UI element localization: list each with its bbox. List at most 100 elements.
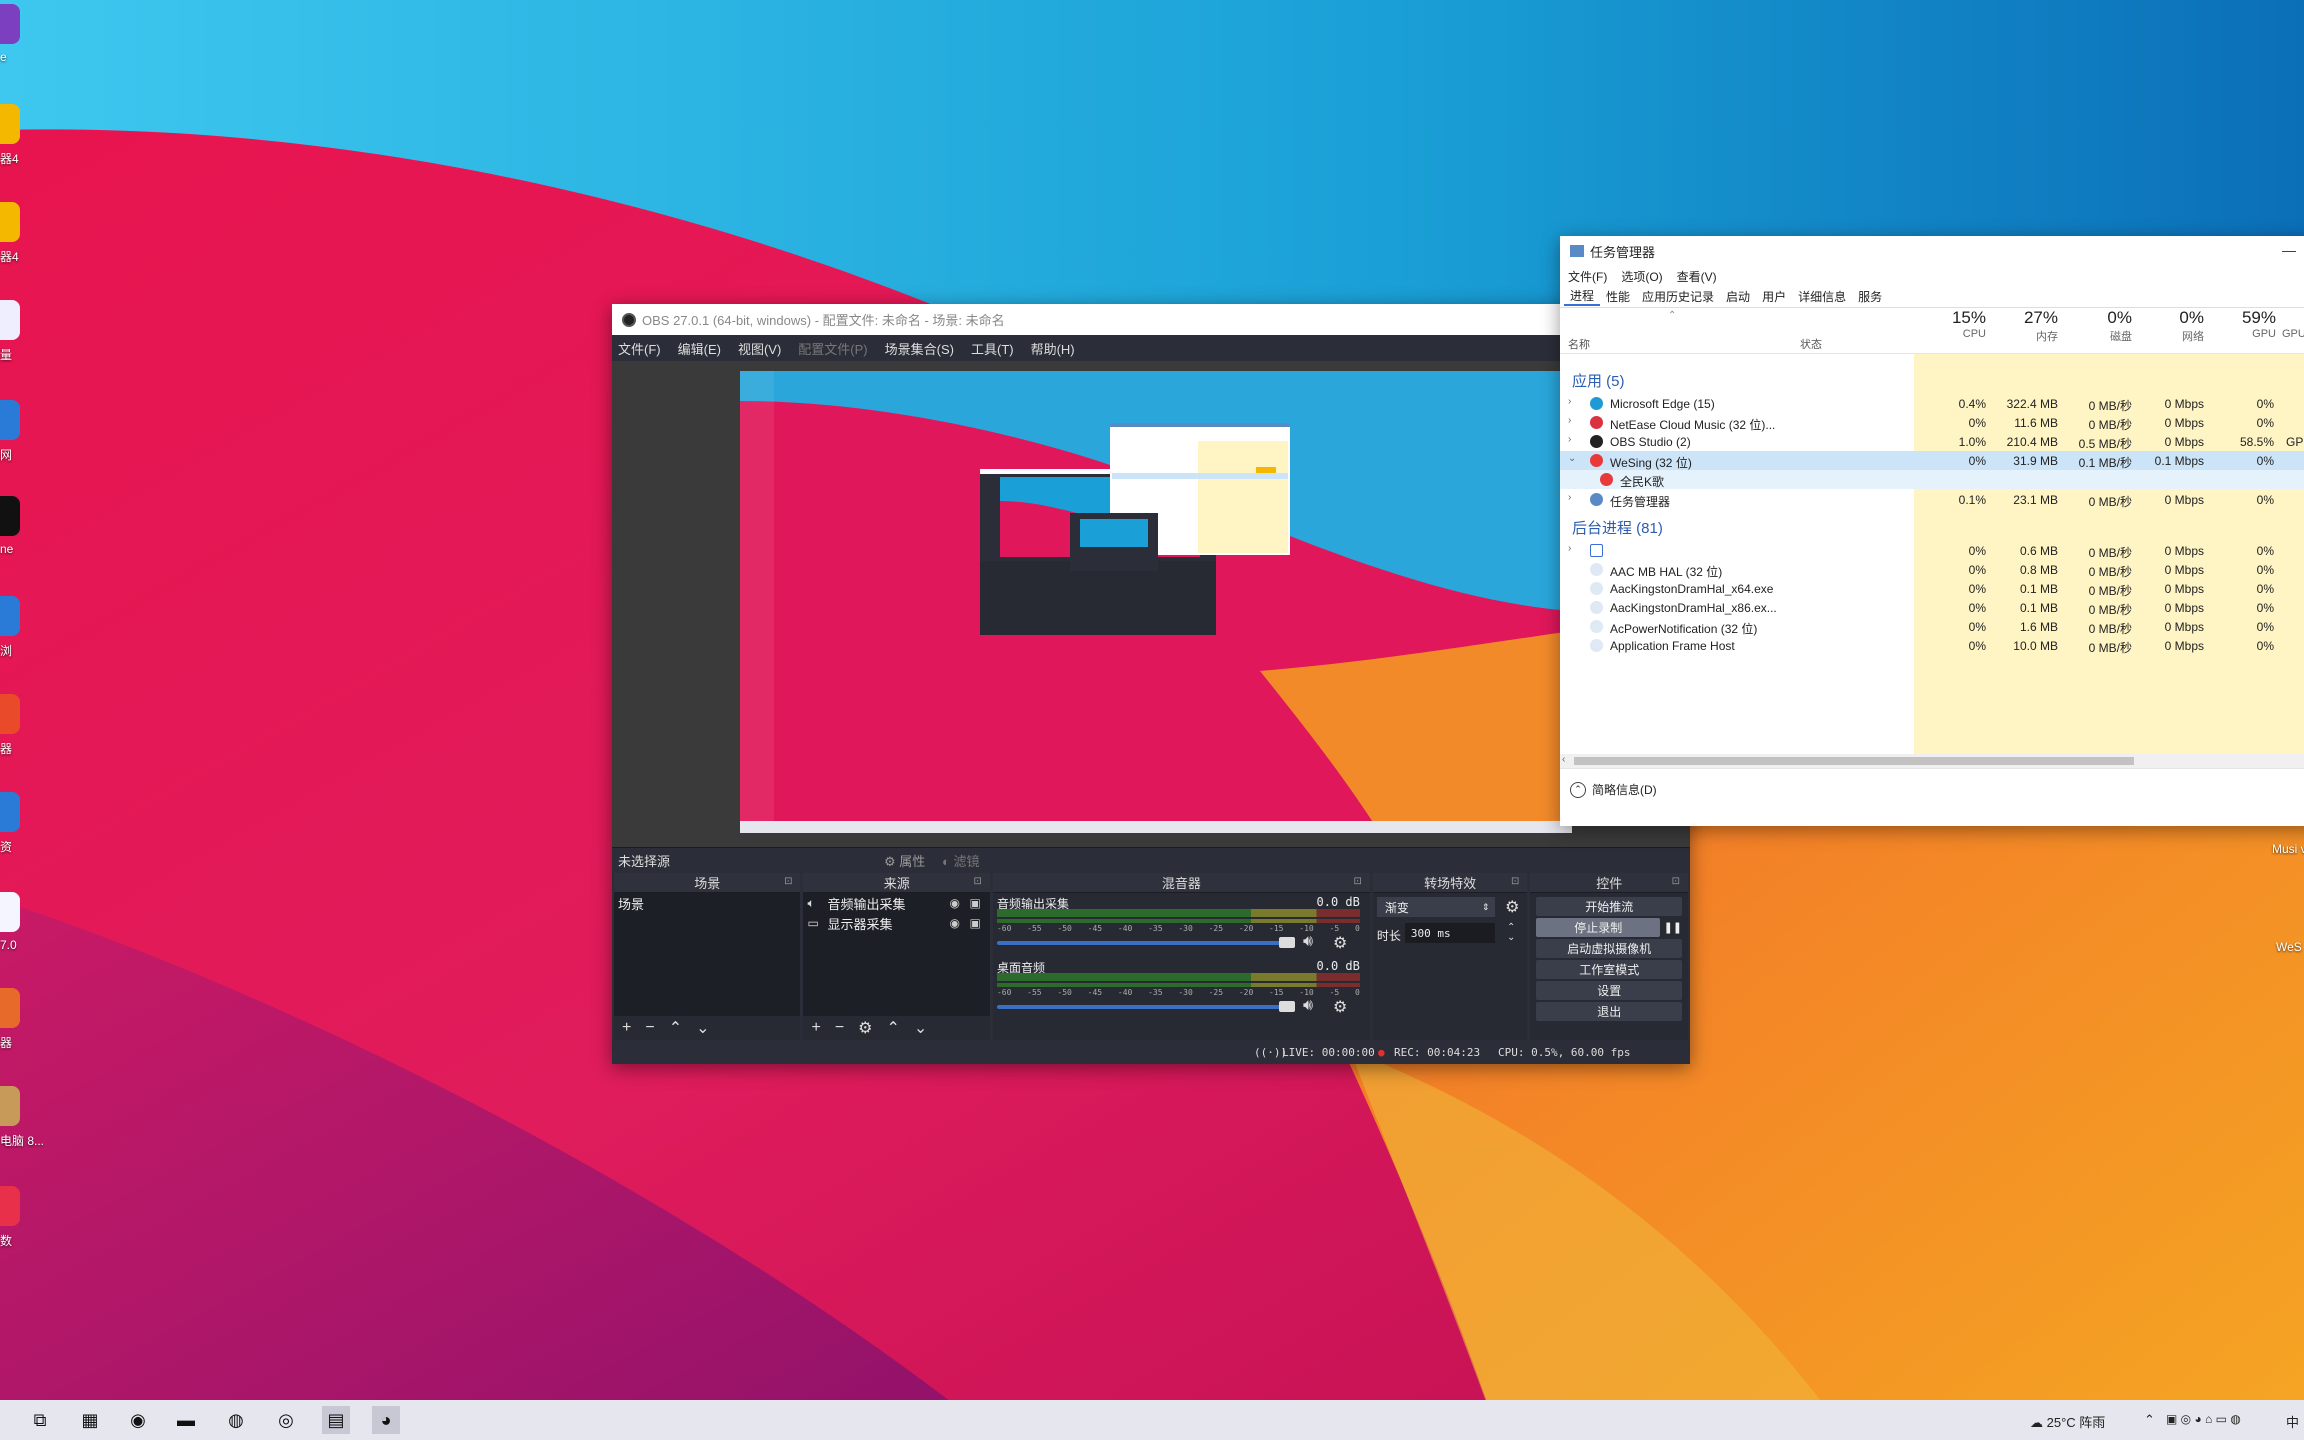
remove-icon[interactable]: − (835, 1019, 844, 1037)
tm-menu-item[interactable]: 文件(F) (1568, 268, 1607, 285)
file-explorer-icon[interactable]: ▬ (172, 1406, 200, 1434)
col-cpu[interactable]: 15% CPU (1916, 308, 1986, 340)
chevron-down-icon[interactable]: ⌄ (1568, 453, 1576, 464)
tm-tab[interactable]: 性能 (1600, 288, 1636, 305)
control-button[interactable]: 退出 (1536, 1002, 1682, 1021)
col-disk[interactable]: 0% 磁盘 (2060, 308, 2132, 344)
obs-menu-item[interactable]: 工具(T) (971, 339, 1014, 358)
process-row[interactable]: AcPowerNotification (32 位) 0% 1.6 MB 0 MB/秒… (1560, 617, 2304, 636)
scroll-left-icon[interactable]: ‹ (1562, 754, 1565, 765)
process-row[interactable]: AAC MB HAL (32 位) 0% 0.8 MB 0 MB/秒 0 Mbps 0% (1560, 560, 2304, 579)
process-row[interactable]: › 0% 0.6 MB 0 MB/秒 0 Mbps 0% (1560, 541, 2304, 560)
tm-tab[interactable]: 应用历史记录 (1636, 288, 1720, 305)
dock-float-icon[interactable]: ⊡ (1672, 876, 1680, 887)
gear-icon[interactable]: ⚙ (1333, 997, 1347, 1017)
tm-tab[interactable]: 详细信息 (1792, 288, 1852, 305)
scenes-list[interactable]: 场景 (614, 893, 801, 1016)
process-row[interactable]: › 任务管理器 0.1% 23.1 MB 0 MB/秒 0 Mbps 0% (1560, 490, 2304, 509)
volume-slider-handle[interactable] (1278, 1001, 1295, 1012)
pause-icon[interactable]: ❚❚ (1664, 921, 1682, 934)
edge-icon[interactable]: ◉ (124, 1406, 152, 1434)
task-manager-icon[interactable]: ▤ (322, 1406, 350, 1434)
obs-menu-item[interactable]: 视图(V) (738, 339, 781, 358)
duration-input[interactable]: 300 ms (1404, 923, 1496, 943)
desktop-app-icon[interactable] (0, 1086, 20, 1126)
scene-item[interactable]: 场景 (614, 893, 800, 913)
dock-float-icon[interactable]: ⊡ (974, 876, 982, 887)
gear-icon[interactable]: ⚙ (1333, 933, 1347, 953)
dock-float-icon[interactable]: ⊡ (1511, 876, 1519, 887)
scrollbar-thumb[interactable] (1574, 757, 2134, 765)
process-group-header[interactable]: 应用 (5) (1572, 370, 1625, 391)
control-button[interactable]: 设置 (1536, 981, 1682, 1000)
tm-menu-item[interactable]: 选项(O) (1621, 268, 1662, 285)
volume-slider[interactable] (996, 1005, 1287, 1009)
wesing-icon[interactable]: ◕ (372, 1406, 400, 1434)
col-gpu[interactable]: 59% GPU (2204, 308, 2276, 340)
obs-menu-item[interactable]: 配置文件(P) (798, 339, 867, 358)
control-button[interactable]: 停止录制 ❚❚ (1536, 918, 1682, 937)
tm-tab[interactable]: 用户 (1756, 288, 1792, 305)
obs-menu-item[interactable]: 文件(F) (618, 339, 661, 358)
process-row[interactable]: › NetEase Cloud Music (32 位)... 0% 11.6 MB 0… (1560, 413, 2304, 432)
move-up-icon[interactable]: ⌃ (669, 1018, 682, 1038)
desktop-app-icon[interactable] (0, 104, 20, 144)
col-name[interactable]: 名称 (1568, 336, 1590, 352)
desktop-app-icon[interactable] (0, 1186, 20, 1226)
obs-preview[interactable] (612, 361, 1690, 847)
move-down-icon[interactable]: ⌄ (914, 1018, 927, 1038)
process-row[interactable]: › OBS Studio (2) 1.0% 210.4 MB 0.5 MB/秒 0 Mbp… (1560, 432, 2304, 451)
col-gpu-engine[interactable]: GPU (2282, 308, 2304, 340)
control-button[interactable]: 启动虚拟摄像机 (1536, 939, 1682, 958)
transition-select[interactable]: 渐变 ⇕ (1376, 897, 1496, 917)
add-icon[interactable]: + (811, 1019, 820, 1037)
process-row[interactable]: › Microsoft Edge (15) 0.4% 322.4 MB 0 MB/秒 0 … (1560, 394, 2304, 413)
lock-icon[interactable]: ▣ (969, 896, 980, 910)
col-mem[interactable]: 27% 内存 (1986, 308, 2058, 344)
desktop-app-icon[interactable] (0, 694, 20, 734)
chevron-right-icon[interactable]: › (1568, 434, 1571, 445)
gear-icon[interactable]: ⚙ (858, 1018, 872, 1038)
desktop-app-icon[interactable] (0, 300, 20, 340)
tm-menu-item[interactable]: 查看(V) (1677, 268, 1717, 285)
sources-list[interactable]: 🔈︎ 音频输出采集 ◉ ▣ ▭ 显示器采集 ◉ ▣ (803, 893, 990, 1016)
weather-widget[interactable]: ☁ 25°C 阵雨 (2030, 1412, 2105, 1431)
desktop-app-icon[interactable] (0, 496, 20, 536)
process-child-row[interactable]: 全民K歌 (1560, 470, 2304, 489)
process-row[interactable]: Application Frame Host 0% 10.0 MB 0 MB/秒 0 M… (1560, 636, 2304, 655)
chevron-right-icon[interactable]: › (1568, 415, 1571, 426)
chevron-right-icon[interactable]: › (1568, 543, 1571, 554)
chevron-right-icon[interactable]: › (1568, 396, 1571, 407)
source-item[interactable]: ▭ 显示器采集 ◉ ▣ (803, 913, 989, 933)
move-down-icon[interactable]: ⌄ (696, 1018, 709, 1038)
eye-icon[interactable]: ◉ (949, 916, 959, 930)
stepper-icon[interactable]: ⌃ ⌄ (1507, 923, 1515, 943)
process-group-header[interactable]: 后台进程 (81) (1572, 517, 1663, 538)
properties-button[interactable]: ⚙ 属性 (884, 851, 925, 870)
obs-menu-item[interactable]: 编辑(E) (678, 339, 721, 358)
col-status[interactable]: 状态 (1800, 336, 1822, 352)
tm-tab[interactable]: 进程 (1564, 287, 1601, 306)
obs-menu-item[interactable]: 场景集合(S) (885, 339, 954, 358)
volume-slider[interactable] (996, 941, 1287, 945)
tm-titlebar[interactable]: 任务管理器 — (1560, 236, 2304, 266)
speaker-mute-icon[interactable]: 🔊︎ (1303, 933, 1313, 951)
process-row[interactable]: AacKingstonDramHal_x64.exe 0% 0.1 MB 0 MB/秒… (1560, 579, 2304, 598)
dock-float-icon[interactable]: ⊡ (784, 876, 792, 887)
tray-icons[interactable]: ▣ ◎ ◕ ⌂ ▭ ◍ (2166, 1412, 2241, 1426)
task-view-icon[interactable]: ⧉ (26, 1406, 54, 1434)
control-button[interactable]: 开始推流 (1536, 897, 1682, 916)
desktop-app-icon[interactable] (0, 988, 20, 1028)
speaker-mute-icon[interactable]: 🔊︎ (1303, 997, 1313, 1015)
obs-icon[interactable]: ◍ (222, 1406, 250, 1434)
col-net[interactable]: 0% 网络 (2132, 308, 2204, 344)
desktop-app-icon[interactable] (0, 792, 20, 832)
tray-chevron-icon[interactable]: ⌃ (2144, 1412, 2155, 1428)
store-icon[interactable]: ▦ (76, 1406, 104, 1434)
desktop-app-icon[interactable] (0, 892, 20, 932)
dock-float-icon[interactable]: ⊡ (1353, 876, 1361, 887)
desktop-app-icon[interactable] (0, 596, 20, 636)
control-button[interactable]: 工作室模式 (1536, 960, 1682, 979)
minimize-icon[interactable]: — (2282, 242, 2296, 258)
desktop-app-icon[interactable] (0, 400, 20, 440)
